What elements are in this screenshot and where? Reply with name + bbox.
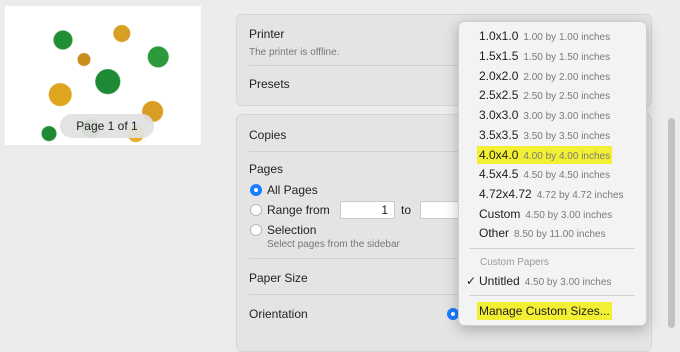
checkmark-icon: ✓ — [466, 274, 477, 288]
page-thumbnail[interactable]: Page 1 of 1 — [5, 6, 201, 145]
menu-item-dims: 1.50 by 1.50 inches — [523, 52, 611, 63]
range-radio[interactable] — [250, 204, 262, 216]
menu-separator — [469, 248, 635, 249]
menu-item-name: 3.5x3.5 — [479, 128, 519, 142]
menu-item-paper-4.5x4.5[interactable]: 4.5x4.5 4.50 by 4.50 inches — [479, 165, 610, 183]
range-from-input[interactable]: 1 — [340, 201, 395, 219]
pages-label: Pages — [249, 162, 284, 176]
menu-item-paper-3x3[interactable]: 3.0x3.0 3.00 by 3.00 inches — [479, 106, 610, 124]
manage-custom-sizes-item[interactable]: Manage Custom Sizes... — [477, 302, 612, 320]
menu-item-dims: 4.50 by 3.00 inches — [524, 277, 612, 288]
all-pages-radio[interactable] — [250, 184, 262, 196]
menu-item-paper-other[interactable]: Other 8.50 by 11.00 inches — [479, 224, 606, 242]
menu-item-paper-1.5x1.5[interactable]: 1.5x1.5 1.50 by 1.50 inches — [479, 47, 610, 65]
menu-item-paper-custom[interactable]: Custom 4.50 by 3.00 inches — [479, 205, 612, 223]
menu-separator — [469, 295, 635, 296]
menu-item-name: Other — [479, 226, 510, 240]
scrollbar[interactable] — [668, 118, 675, 328]
custom-papers-heading: Custom Papers — [480, 257, 549, 268]
menu-item-dims: 2.00 by 2.00 inches — [523, 72, 611, 83]
menu-item-dims: 4.72 by 4.72 inches — [536, 190, 624, 201]
menu-item-name: 4.5x4.5 — [479, 167, 519, 181]
orientation-label: Orientation — [249, 307, 308, 321]
menu-item-name: Custom — [479, 207, 521, 221]
page-indicator: Page 1 of 1 — [60, 114, 154, 138]
menu-item-name: 2.0x2.0 — [479, 69, 519, 83]
range-to-input[interactable] — [420, 201, 460, 219]
all-pages-label[interactable]: All Pages — [267, 183, 318, 197]
paper-size-menu: 1.0x1.0 1.00 by 1.00 inches 1.5x1.5 1.50 b… — [458, 21, 647, 326]
menu-item-name: 1.0x1.0 — [479, 29, 519, 43]
menu-item-dims: 8.50 by 11.00 inches — [514, 229, 606, 240]
menu-item-dims: 3.50 by 3.50 inches — [523, 131, 611, 142]
selection-radio[interactable] — [250, 224, 262, 236]
menu-item-paper-4.72x4.72[interactable]: 4.72x4.72 4.72 by 4.72 inches — [479, 185, 623, 203]
printer-status: The printer is offline. — [249, 47, 340, 58]
selection-hint: Select pages from the sidebar — [267, 239, 400, 250]
menu-item-dims: 4.50 by 3.00 inches — [525, 210, 613, 221]
menu-item-name: 4.72x4.72 — [479, 187, 532, 201]
menu-item-name: 1.5x1.5 — [479, 49, 519, 63]
menu-item-paper-2.5x2.5[interactable]: 2.5x2.5 2.50 by 2.50 inches — [479, 86, 610, 104]
preview-sidebar: Page 1 of 1 — [0, 0, 218, 344]
selection-label[interactable]: Selection — [267, 223, 316, 237]
menu-item-dims: 4.00 by 4.00 inches — [523, 151, 611, 162]
presets-label: Presets — [249, 77, 290, 91]
menu-item-dims: 4.50 by 4.50 inches — [523, 170, 611, 181]
range-to-label: to — [401, 203, 412, 217]
menu-item-paper-2x2[interactable]: 2.0x2.0 2.00 by 2.00 inches — [479, 67, 610, 85]
menu-item-paper-4x4[interactable]: 4.0x4.0 4.00 by 4.00 inches — [477, 146, 613, 164]
menu-item-paper-3.5x3.5[interactable]: 3.5x3.5 3.50 by 3.50 inches — [479, 126, 610, 144]
menu-item-dims: 1.00 by 1.00 inches — [523, 32, 611, 43]
printer-label: Printer — [249, 27, 285, 41]
menu-item-paper-1x1[interactable]: 1.0x1.0 1.00 by 1.00 inches — [479, 27, 610, 45]
menu-item-name: Untitled — [479, 274, 520, 288]
copies-label: Copies — [249, 128, 287, 142]
menu-item-name: 2.5x2.5 — [479, 88, 519, 102]
menu-item-custom-untitled[interactable]: Untitled 4.50 by 3.00 inches — [479, 272, 611, 290]
range-from-label[interactable]: Range from — [267, 203, 330, 217]
menu-item-dims: 3.00 by 3.00 inches — [523, 111, 611, 122]
menu-item-name: 4.0x4.0 — [479, 148, 519, 162]
paper-size-label: Paper Size — [249, 271, 308, 285]
menu-item-name: 3.0x3.0 — [479, 108, 519, 122]
menu-item-dims: 2.50 by 2.50 inches — [523, 91, 611, 102]
